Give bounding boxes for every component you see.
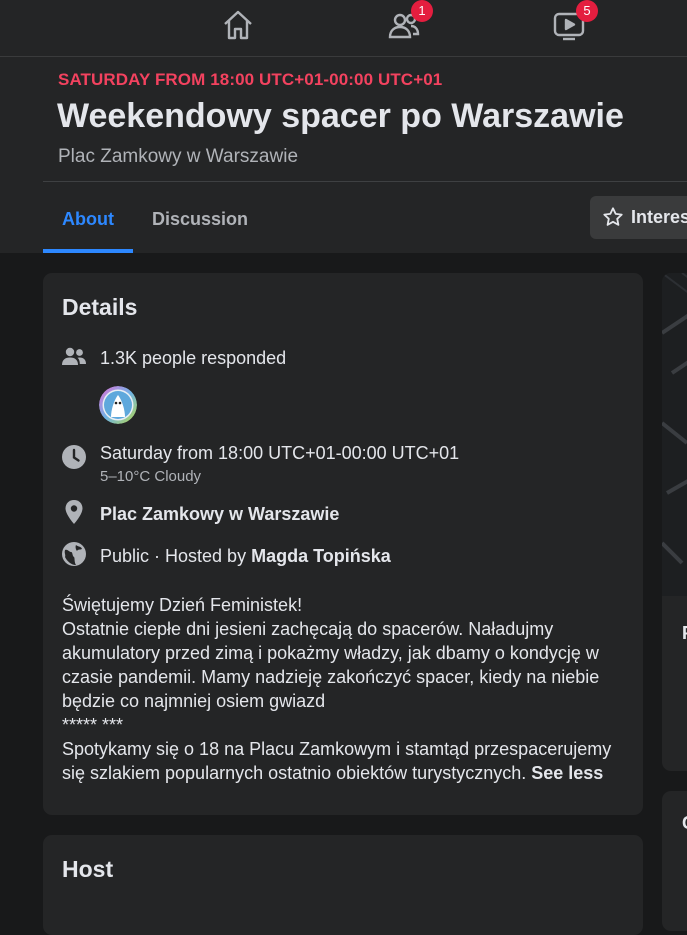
privacy-text: Public · Hosted by: [100, 546, 252, 566]
event-location[interactable]: Plac Zamkowy w Warszawie: [58, 146, 298, 168]
side-card: C: [662, 791, 687, 931]
event-title: Weekendowy spacer po Warszawie: [57, 97, 624, 135]
details-heading: Details: [62, 294, 138, 320]
side-card-cutoff-text: C: [682, 813, 687, 834]
map-card[interactable]: P: [662, 273, 687, 771]
event-description: Świętujemy Dzień Feministek! Ostatnie ci…: [62, 593, 622, 785]
responded-count[interactable]: 1.3K people responded: [100, 348, 286, 369]
see-less-link[interactable]: See less: [531, 763, 603, 783]
map-thumbnail[interactable]: [662, 273, 687, 596]
friends-icon[interactable]: 1: [387, 0, 433, 42]
description-line: Świętujemy Dzień Feministek!: [62, 595, 303, 615]
location-pin-icon: [61, 499, 87, 525]
home-icon[interactable]: [221, 8, 255, 42]
friends-badge: 1: [411, 0, 433, 22]
globe-icon: [61, 541, 87, 567]
weather-info: 5–10°C Cloudy: [100, 468, 202, 485]
top-navigation: 1 5: [0, 0, 687, 57]
description-last-text: Spotykamy się o 18 na Placu Zamkowym i s…: [62, 739, 612, 783]
tab-about[interactable]: About: [43, 196, 133, 253]
details-card: Details 1.3K people responded Saturday f…: [43, 273, 643, 815]
event-header: SATURDAY FROM 18:00 UTC+01-00:00 UTC+01 …: [0, 57, 687, 253]
watch-icon[interactable]: 5: [552, 0, 598, 42]
interested-label: Interested: [631, 207, 687, 227]
host-name-link[interactable]: Magda Topińska: [251, 546, 391, 566]
people-icon: [61, 344, 87, 370]
clock-icon: [61, 444, 87, 470]
description-line: Ostatnie ciepłe dni jesieni zachęcają do…: [62, 619, 600, 711]
host-card: Host: [43, 835, 643, 935]
interested-button[interactable]: Interested: [590, 196, 687, 239]
event-date: SATURDAY FROM 18:00 UTC+01-00:00 UTC+01: [58, 70, 443, 89]
side-card-cutoff-text: P: [682, 623, 687, 644]
watch-badge: 5: [576, 0, 598, 22]
avatar[interactable]: [99, 386, 137, 424]
privacy-host-line: Public · Hosted by Magda Topińska: [100, 546, 391, 567]
description-line: Spotykamy się o 18 na Placu Zamkowym i s…: [62, 737, 622, 785]
star-icon: [603, 207, 623, 226]
host-heading: Host: [62, 856, 114, 882]
event-time: Saturday from 18:00 UTC+01-00:00 UTC+01: [100, 443, 460, 463]
description-line: ***** ***: [62, 715, 124, 735]
tab-discussion[interactable]: Discussion: [152, 196, 248, 253]
place-link[interactable]: Plac Zamkowy w Warszawie: [100, 504, 339, 525]
header-divider: [43, 181, 687, 182]
